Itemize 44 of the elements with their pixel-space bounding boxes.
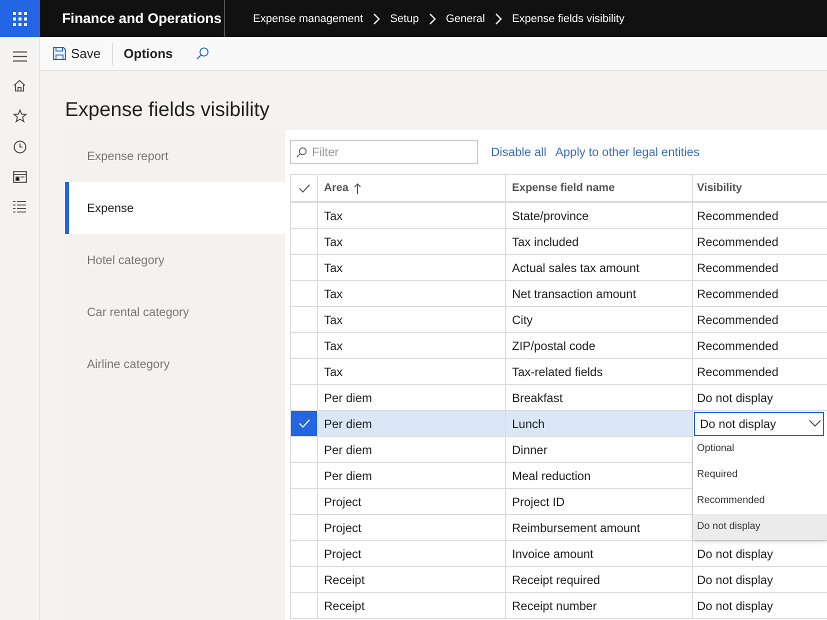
table-cell: Do not display — [697, 390, 774, 404]
table-cell: Tax — [324, 364, 343, 378]
table-cell: Recommended — [697, 234, 778, 248]
table-cell: Tax-related fields — [512, 364, 603, 378]
table-cell: Project ID — [512, 494, 565, 508]
table-cell: Per diem — [324, 390, 372, 404]
table-cell: Receipt number — [512, 598, 597, 612]
table-cell: Project — [324, 546, 362, 560]
table-cell: Tax included — [512, 234, 579, 248]
table-cell: City — [512, 312, 533, 326]
table-cell: Recommended — [697, 312, 778, 326]
table-cell: Dinner — [512, 442, 548, 456]
table-cell: Invoice amount — [512, 546, 594, 560]
table-cell: Reimbursement amount — [512, 520, 640, 534]
page-title: Expense fields visibility — [65, 99, 271, 122]
table-cell: Lunch — [512, 416, 545, 430]
table-cell: Per diem — [324, 468, 372, 482]
table-cell: Receipt — [324, 572, 365, 586]
table-cell: ZIP/postal code — [512, 338, 596, 352]
table-cell: Breakfast — [512, 390, 563, 404]
table-cell: Net transaction amount — [512, 286, 636, 300]
table-cell: Recommended — [697, 338, 778, 352]
table-cell: Receipt — [324, 598, 365, 612]
table-cell: Per diem — [324, 442, 372, 456]
table-cell: Tax — [324, 338, 343, 352]
table-cell: Do not display — [697, 546, 774, 560]
table-cell: Do not display — [697, 598, 774, 612]
table-cell: Recommended — [697, 286, 778, 300]
table-cell: Receipt required — [512, 572, 600, 586]
table-cell: Recommended — [697, 260, 778, 274]
table-cell: Tax — [324, 208, 343, 222]
table-cell: Recommended — [697, 364, 778, 378]
table-cell: Actual sales tax amount — [512, 260, 640, 274]
table-cell: Project — [324, 520, 362, 534]
table-cell: Per diem — [324, 416, 372, 430]
table-cell: Meal reduction — [512, 468, 591, 482]
table-cell: Tax — [324, 260, 343, 274]
table-cell: Tax — [324, 286, 343, 300]
table-cell: Project — [324, 494, 362, 508]
table-cell: Tax — [324, 234, 343, 248]
table-cell: State/province — [512, 208, 589, 222]
table-cell: Recommended — [697, 208, 778, 222]
table-cell: Do not display — [697, 572, 774, 586]
table-cell: Tax — [324, 312, 343, 326]
